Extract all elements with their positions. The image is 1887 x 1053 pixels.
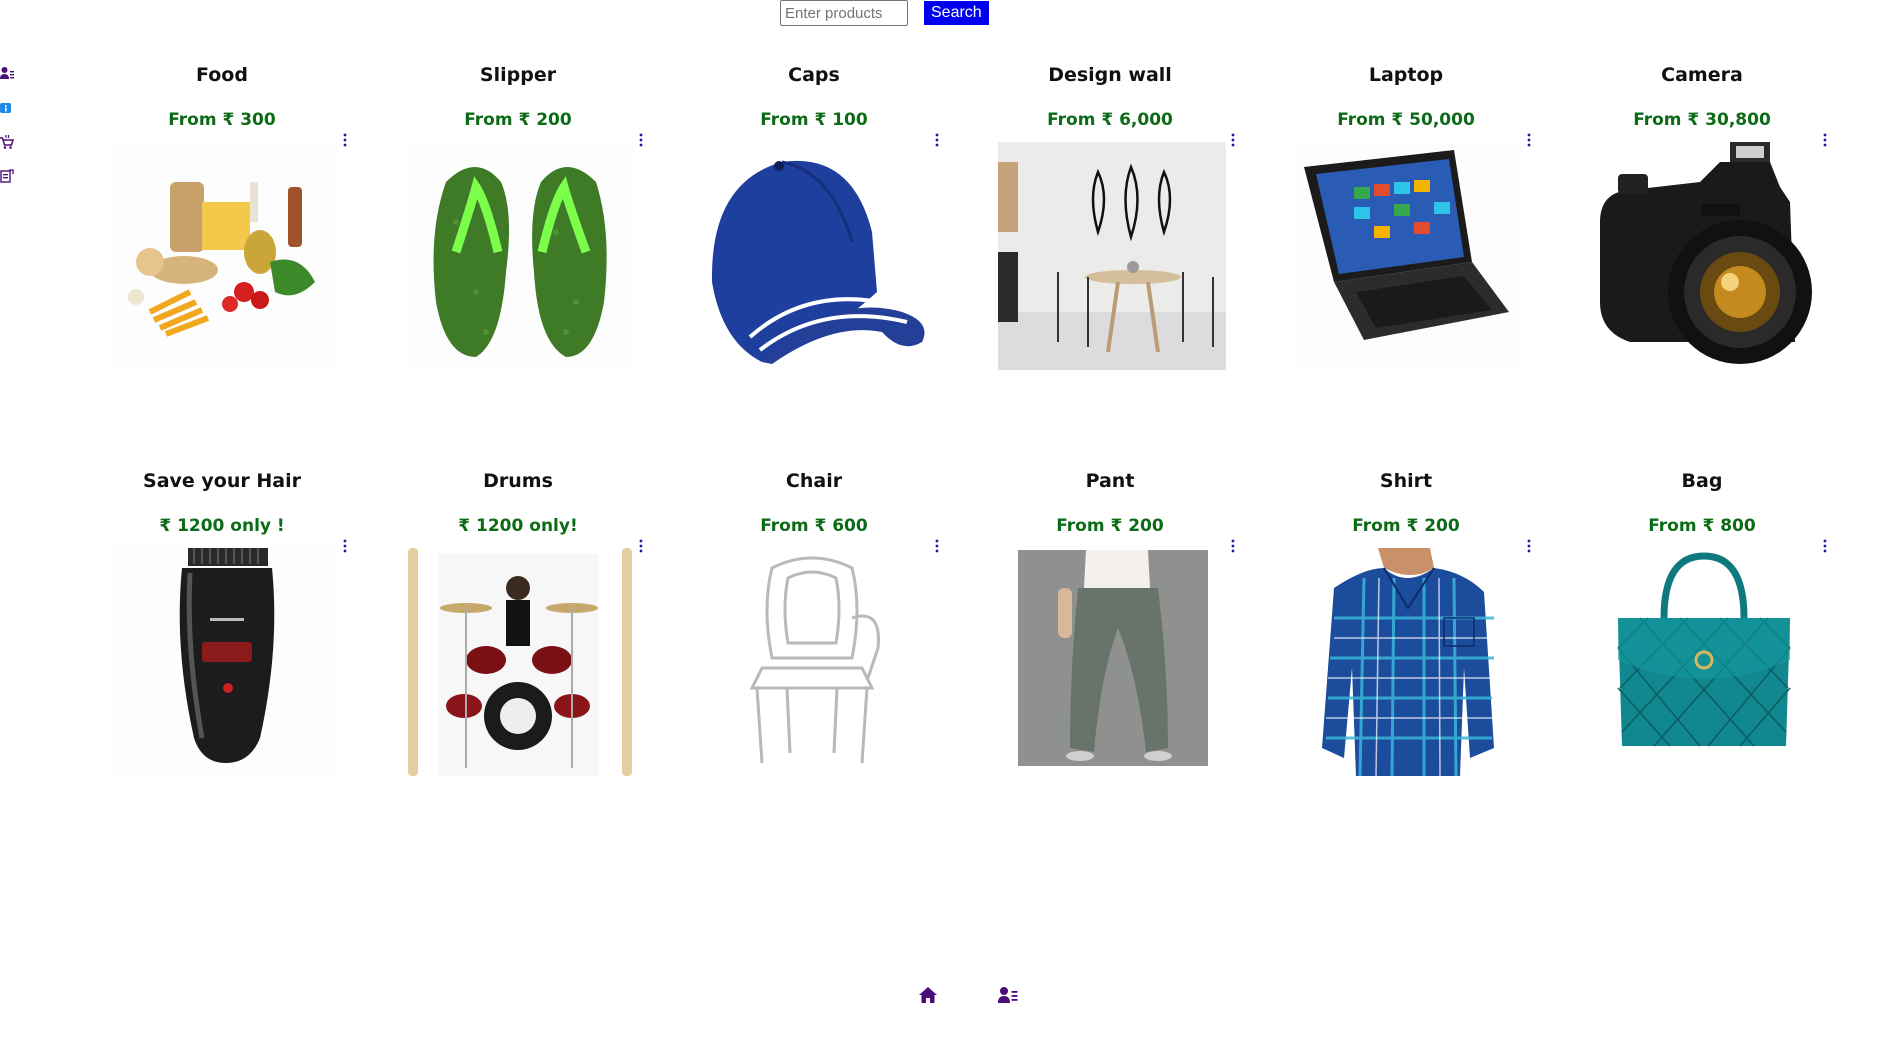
info-icon[interactable] (0, 100, 14, 117)
more-options-icon[interactable] (1526, 133, 1532, 147)
product-title[interactable]: Food (102, 60, 342, 90)
product-price: From ₹ 100 (760, 110, 868, 130)
food-image[interactable] (110, 142, 338, 370)
camera-image[interactable] (1590, 142, 1818, 370)
more-options-icon[interactable] (1822, 133, 1828, 147)
product-title[interactable]: Laptop (1286, 60, 1526, 90)
product-price: ₹ 1200 only ! (159, 516, 285, 536)
bag-image[interactable] (1590, 548, 1818, 776)
product-title[interactable]: Drums (398, 466, 638, 496)
product-card[interactable]: Caps From ₹ 100 (694, 60, 990, 466)
product-card[interactable]: Laptop From ₹ 50,000 (1286, 60, 1582, 466)
product-price: From ₹ 6,000 (1047, 110, 1173, 130)
more-options-icon[interactable] (1822, 539, 1828, 553)
laptop-image[interactable] (1294, 142, 1522, 370)
product-title[interactable]: Camera (1582, 60, 1822, 90)
product-title[interactable]: Bag (1582, 466, 1822, 496)
product-title[interactable]: Pant (990, 466, 1230, 496)
more-options-icon[interactable] (638, 539, 644, 553)
home-icon[interactable] (918, 986, 938, 1004)
product-price: From ₹ 200 (1352, 516, 1460, 536)
search-input[interactable] (780, 0, 908, 26)
trimmer-image[interactable] (110, 548, 338, 776)
chair-image[interactable] (702, 548, 930, 776)
slipper-image[interactable] (406, 142, 634, 370)
user-list-icon[interactable] (0, 66, 14, 83)
product-card[interactable]: Pant From ₹ 200 (990, 466, 1286, 872)
product-title[interactable]: Shirt (1286, 466, 1526, 496)
product-title[interactable]: Chair (694, 466, 934, 496)
product-price: From ₹ 30,800 (1633, 110, 1771, 130)
product-price: From ₹ 300 (168, 110, 276, 130)
product-title[interactable]: Save your Hair (102, 466, 342, 496)
side-icon-rail (0, 66, 14, 185)
product-card[interactable]: Bag From ₹ 800 (1582, 466, 1878, 872)
more-options-icon[interactable] (1526, 539, 1532, 553)
cart-icon[interactable] (0, 134, 14, 151)
product-price: From ₹ 200 (464, 110, 572, 130)
product-card[interactable]: Chair From ₹ 600 (694, 466, 990, 872)
user-list-icon[interactable] (998, 986, 1018, 1004)
product-price: From ₹ 50,000 (1337, 110, 1475, 130)
more-options-icon[interactable] (342, 539, 348, 553)
product-grid: Food From ₹ 300 Slipper From ₹ 200 Caps … (102, 60, 1878, 872)
product-title[interactable]: Slipper (398, 60, 638, 90)
more-options-icon[interactable] (638, 133, 644, 147)
product-price: From ₹ 800 (1648, 516, 1756, 536)
shirt-image[interactable] (1294, 548, 1522, 776)
product-price: ₹ 1200 only! (458, 516, 578, 536)
product-card[interactable]: Slipper From ₹ 200 (398, 60, 694, 466)
product-title[interactable]: Caps (694, 60, 934, 90)
more-options-icon[interactable] (1230, 539, 1236, 553)
product-card[interactable]: Shirt From ₹ 200 (1286, 466, 1582, 872)
design-wall-image[interactable] (998, 142, 1226, 370)
pant-image[interactable] (998, 548, 1226, 776)
product-price: From ₹ 200 (1056, 516, 1164, 536)
more-options-icon[interactable] (934, 133, 940, 147)
bottom-nav (918, 986, 1018, 1004)
cap-image[interactable] (702, 142, 930, 370)
drums-image[interactable] (406, 548, 634, 776)
more-options-icon[interactable] (934, 539, 940, 553)
more-options-icon[interactable] (342, 133, 348, 147)
orders-icon[interactable] (0, 168, 14, 185)
product-card[interactable]: Food From ₹ 300 (102, 60, 398, 466)
product-card[interactable]: Camera From ₹ 30,800 (1582, 60, 1878, 466)
page: Search Food (0, 0, 1887, 1053)
product-card[interactable]: Save your Hair ₹ 1200 only ! (102, 466, 398, 872)
product-card[interactable]: Design wall From ₹ 6,000 (990, 60, 1286, 466)
product-title[interactable]: Design wall (990, 60, 1230, 90)
product-price: From ₹ 600 (760, 516, 868, 536)
product-card[interactable]: Drums ₹ 1200 only! (398, 466, 694, 872)
search-button[interactable]: Search (924, 1, 989, 25)
search-bar: Search (780, 0, 989, 26)
more-options-icon[interactable] (1230, 133, 1236, 147)
